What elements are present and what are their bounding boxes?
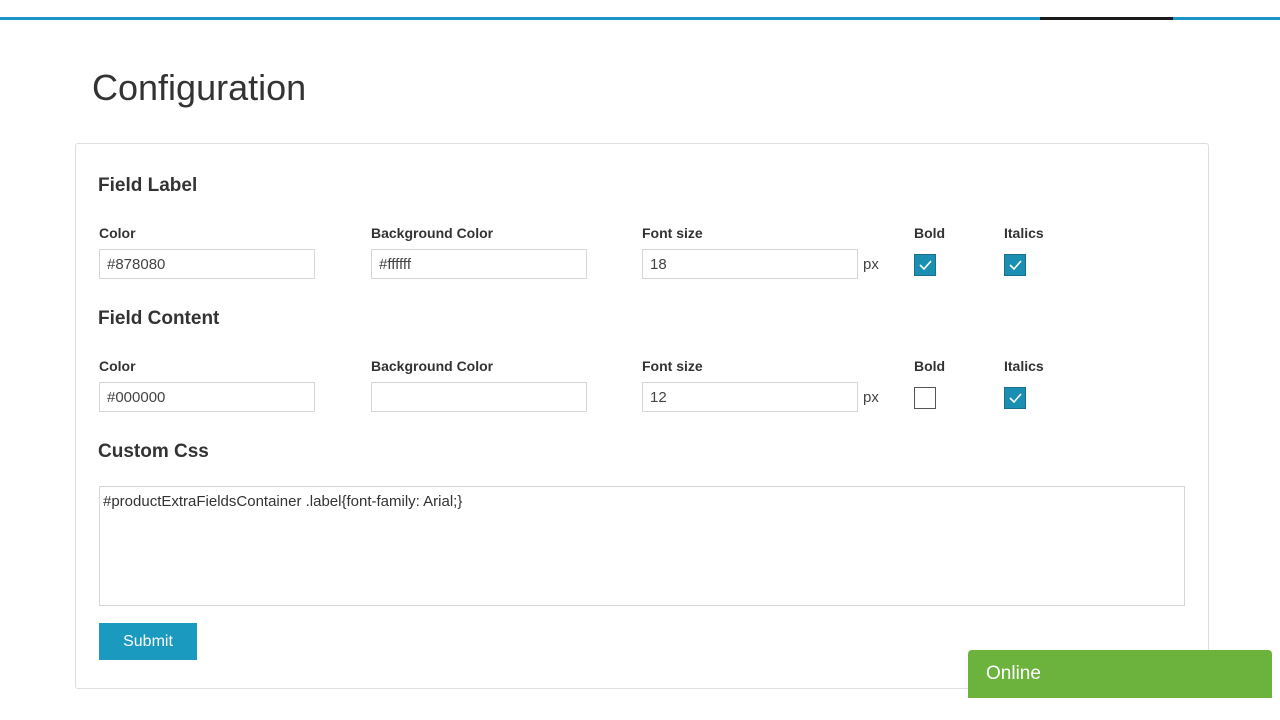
- field-content-color-label: Color: [99, 358, 136, 374]
- field-content-bold-checkbox[interactable]: [914, 387, 936, 409]
- field-label-background-color-label: Background Color: [371, 225, 494, 241]
- field-label-italics-label: Italics: [1004, 225, 1044, 241]
- field-content-italics-label: Italics: [1004, 358, 1044, 374]
- checkmark-icon: [1009, 260, 1022, 270]
- field-content-font-size-label: Font size: [642, 358, 703, 374]
- checkmark-icon: [919, 260, 932, 270]
- field-label-italics-checkbox[interactable]: [1004, 254, 1026, 276]
- field-label-font-size-unit: px: [863, 256, 879, 273]
- field-label-font-size-label: Font size: [642, 225, 703, 241]
- field-content-italics-checkbox[interactable]: [1004, 387, 1026, 409]
- field-label-font-size-input[interactable]: [642, 249, 858, 279]
- checkmark-icon: [1009, 393, 1022, 403]
- submit-button[interactable]: Submit: [99, 623, 197, 660]
- field-label-heading: Field Label: [98, 175, 198, 196]
- top-nav-active-indicator: [1040, 17, 1173, 20]
- field-label-bold-label: Bold: [914, 225, 946, 241]
- page-title: Configuration: [92, 67, 307, 108]
- custom-css-heading: Custom Css: [98, 441, 209, 462]
- field-content-bold-label: Bold: [914, 358, 946, 374]
- field-label-color-label: Color: [99, 225, 136, 241]
- field-content-font-size-input[interactable]: [642, 382, 858, 412]
- custom-css-textarea[interactable]: #productExtraFieldsContainer .label{font…: [99, 486, 1185, 606]
- field-content-font-size-unit: px: [863, 389, 879, 406]
- field-content-color-input[interactable]: [99, 382, 315, 412]
- online-chat-label: Online: [986, 663, 1041, 684]
- field-content-background-color-label: Background Color: [371, 358, 494, 374]
- field-label-background-color-input[interactable]: [371, 249, 587, 279]
- field-content-heading: Field Content: [98, 308, 220, 329]
- online-chat-tab[interactable]: Online: [968, 650, 1272, 698]
- field-content-background-color-input[interactable]: [371, 382, 587, 412]
- field-label-bold-checkbox[interactable]: [914, 254, 936, 276]
- field-label-color-input[interactable]: [99, 249, 315, 279]
